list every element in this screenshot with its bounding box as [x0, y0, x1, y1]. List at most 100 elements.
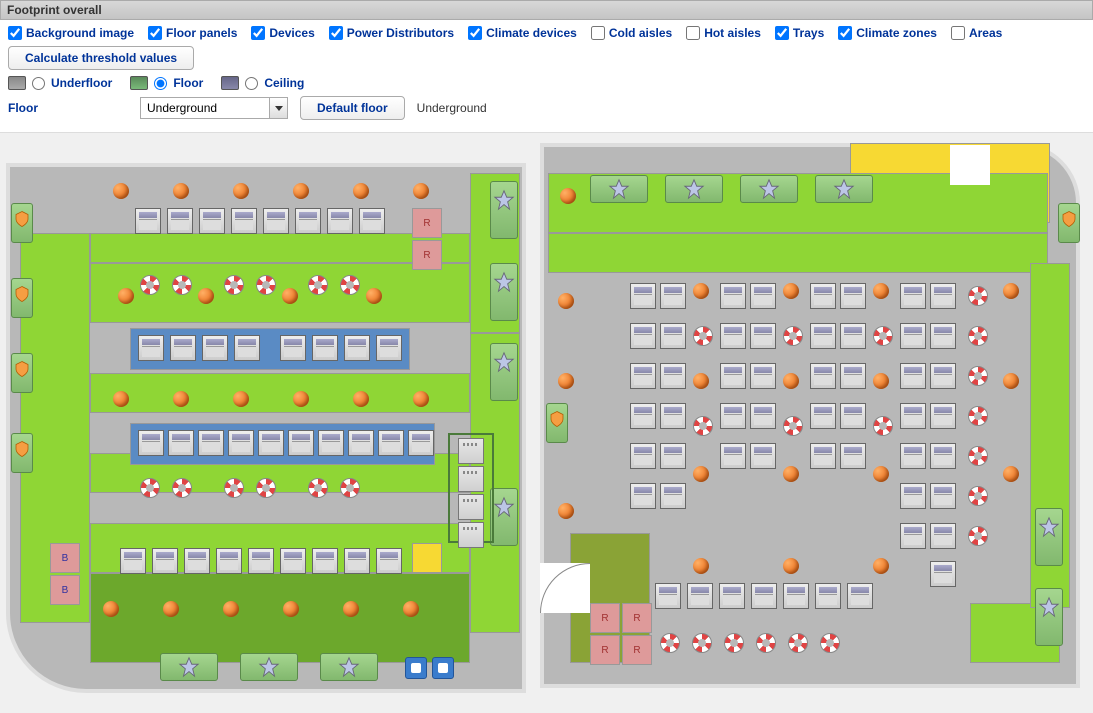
device-rack[interactable] [231, 208, 257, 234]
sensor-dot[interactable] [283, 601, 299, 617]
device-rack[interactable] [719, 583, 745, 609]
device-rack[interactable] [378, 430, 404, 456]
sensor-dot[interactable] [783, 466, 799, 482]
climate-device-icon[interactable] [968, 486, 988, 506]
floor-combo[interactable] [140, 97, 288, 119]
sensor-dot[interactable] [558, 293, 574, 309]
sensor-dot[interactable] [873, 283, 889, 299]
device-rack[interactable] [216, 548, 242, 574]
device-rack[interactable] [120, 548, 146, 574]
device-rack[interactable] [258, 430, 284, 456]
device-rack[interactable] [900, 283, 926, 309]
climate-device-icon[interactable] [172, 275, 192, 295]
cooling-icon[interactable] [432, 657, 454, 679]
device-rack[interactable] [295, 208, 321, 234]
sensor-dot[interactable] [118, 288, 134, 304]
device-rack[interactable] [408, 430, 434, 456]
sensor-dot[interactable] [558, 373, 574, 389]
marker-r[interactable]: R [622, 635, 652, 665]
device-rack[interactable] [318, 430, 344, 456]
climate-device-icon[interactable] [660, 633, 680, 653]
device-rack[interactable] [750, 403, 776, 429]
device-rack[interactable] [930, 363, 956, 389]
device-rack[interactable] [840, 443, 866, 469]
device-rack[interactable] [750, 283, 776, 309]
floor-input[interactable] [140, 97, 270, 119]
sensor-dot[interactable] [173, 391, 189, 407]
sensor-dot[interactable] [783, 373, 799, 389]
climate-device-icon[interactable] [873, 326, 893, 346]
device-rack[interactable] [930, 443, 956, 469]
sensor-dot[interactable] [343, 601, 359, 617]
check-floor-panels[interactable]: Floor panels [148, 26, 237, 40]
device-rack[interactable] [168, 430, 194, 456]
device-rack[interactable] [198, 430, 224, 456]
device-rack[interactable] [202, 335, 228, 361]
climate-device-icon[interactable] [783, 416, 803, 436]
sensor-dot[interactable] [366, 288, 382, 304]
marker-r[interactable]: R [412, 240, 442, 270]
sensor-dot[interactable] [693, 558, 709, 574]
device-rack[interactable] [199, 208, 225, 234]
climate-device-icon[interactable] [140, 478, 160, 498]
device-rack[interactable] [900, 523, 926, 549]
device-rack[interactable] [900, 363, 926, 389]
device-rack[interactable] [930, 483, 956, 509]
sensor-dot[interactable] [1003, 466, 1019, 482]
ac-unit-icon[interactable] [458, 466, 484, 492]
device-rack[interactable] [930, 561, 956, 587]
device-rack[interactable] [327, 208, 353, 234]
device-rack[interactable] [376, 548, 402, 574]
sensor-dot[interactable] [1003, 283, 1019, 299]
check-climate[interactable]: Climate devices [468, 26, 577, 40]
device-rack[interactable] [660, 483, 686, 509]
sensor-dot[interactable] [233, 391, 249, 407]
device-rack[interactable] [720, 443, 746, 469]
device-rack[interactable] [810, 363, 836, 389]
device-rack[interactable] [655, 583, 681, 609]
device-rack[interactable] [344, 335, 370, 361]
sensor-dot[interactable] [293, 391, 309, 407]
sensor-dot[interactable] [163, 601, 179, 617]
checkbox-cold[interactable] [591, 26, 605, 40]
device-rack[interactable] [900, 483, 926, 509]
device-rack[interactable] [630, 483, 656, 509]
marker-b[interactable]: B [50, 575, 80, 605]
device-rack[interactable] [900, 443, 926, 469]
device-rack[interactable] [660, 323, 686, 349]
sensor-dot[interactable] [173, 183, 189, 199]
device-rack[interactable] [810, 323, 836, 349]
device-rack[interactable] [840, 283, 866, 309]
device-rack[interactable] [288, 430, 314, 456]
sensor-dot[interactable] [223, 601, 239, 617]
climate-device-icon[interactable] [256, 478, 276, 498]
check-cold-aisles[interactable]: Cold aisles [591, 26, 672, 40]
climate-device-icon[interactable] [968, 406, 988, 426]
marker-r[interactable]: R [412, 208, 442, 238]
device-rack[interactable] [630, 283, 656, 309]
device-rack[interactable] [138, 430, 164, 456]
layer-floor[interactable]: Floor [130, 76, 203, 90]
check-climate-zones[interactable]: Climate zones [838, 26, 937, 40]
device-rack[interactable] [930, 323, 956, 349]
climate-device-icon[interactable] [256, 275, 276, 295]
device-rack[interactable] [170, 335, 196, 361]
climate-device-icon[interactable] [968, 446, 988, 466]
radio-underfloor[interactable] [32, 77, 45, 90]
device-rack[interactable] [312, 335, 338, 361]
climate-device-icon[interactable] [224, 275, 244, 295]
device-rack[interactable] [630, 443, 656, 469]
device-rack[interactable] [810, 283, 836, 309]
climate-device-icon[interactable] [308, 275, 328, 295]
device-rack[interactable] [720, 323, 746, 349]
sensor-dot[interactable] [873, 466, 889, 482]
device-rack[interactable] [750, 323, 776, 349]
device-rack[interactable] [135, 208, 161, 234]
device-rack[interactable] [720, 403, 746, 429]
sensor-dot[interactable] [873, 373, 889, 389]
climate-device-icon[interactable] [140, 275, 160, 295]
marker-r[interactable]: R [590, 603, 620, 633]
ac-unit-icon[interactable] [458, 522, 484, 548]
sensor-dot[interactable] [693, 283, 709, 299]
sensor-dot[interactable] [693, 466, 709, 482]
